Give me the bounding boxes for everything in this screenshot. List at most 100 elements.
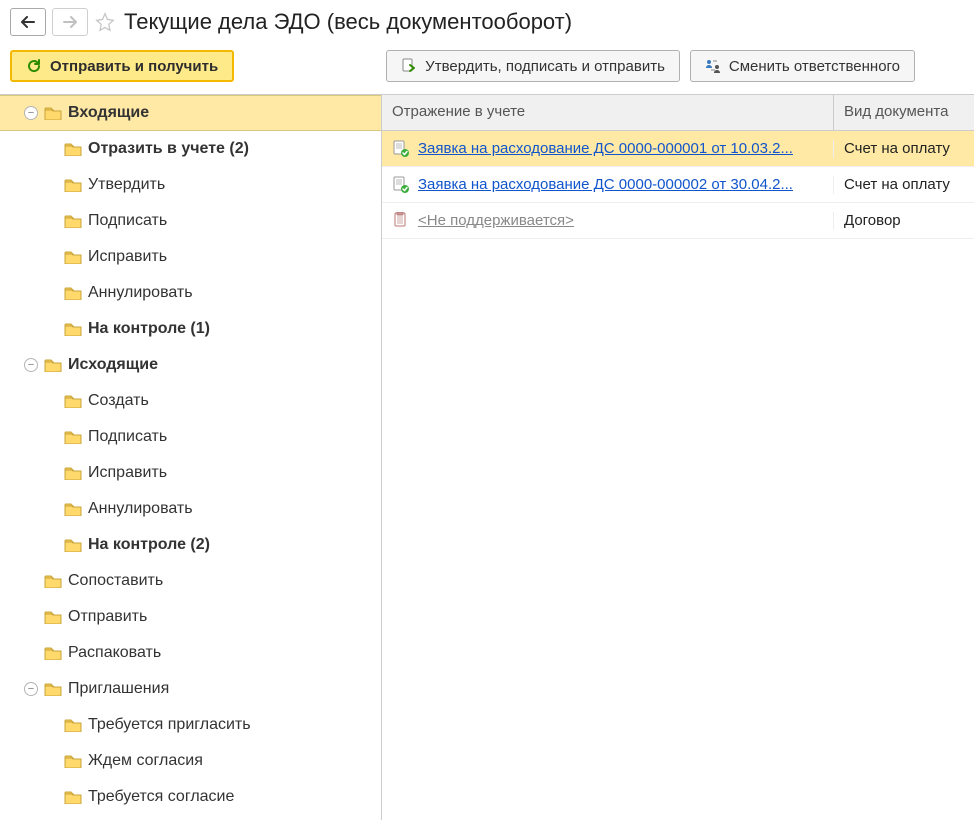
folder-icon: [64, 538, 82, 552]
tree-item-label: Требуется пригласить: [88, 716, 251, 734]
collapse-icon[interactable]: −: [24, 682, 38, 696]
tree-item-fix-out[interactable]: Исправить: [0, 455, 381, 491]
doc-send-icon: [401, 58, 417, 74]
tree-item-label: Распаковать: [68, 644, 161, 662]
tree-item-need-invite[interactable]: Требуется пригласить: [0, 707, 381, 743]
tree-item-cancel-in[interactable]: Аннулировать: [0, 275, 381, 311]
tree-item-label: Сопоставить: [68, 572, 163, 590]
folder-icon: [44, 106, 62, 120]
tree-item-label: Отразить в учете (2): [88, 140, 249, 158]
tree-item-waiting-consent[interactable]: Ждем согласия: [0, 743, 381, 779]
arrow-right-icon: [63, 16, 77, 28]
tree-item-outbox[interactable]: − Исходящие: [0, 347, 381, 383]
cell-doc-kind: Счет на оплату: [834, 140, 974, 157]
document-link[interactable]: Заявка на расходование ДС 0000-000001 от…: [418, 140, 793, 157]
nav-forward-button[interactable]: [52, 8, 88, 36]
tree-item-sign-out[interactable]: Подписать: [0, 419, 381, 455]
folder-icon: [64, 430, 82, 444]
tree-item-inbox[interactable]: − Входящие: [0, 95, 381, 131]
folder-icon: [44, 610, 62, 624]
folder-icon: [44, 574, 62, 588]
favorite-star-button[interactable]: [94, 11, 116, 33]
tree-item-sign-in[interactable]: Подписать: [0, 203, 381, 239]
grid-body: Заявка на расходование ДС 0000-000001 от…: [382, 131, 974, 239]
tree-item-label: Утвердить: [88, 176, 165, 194]
page-title: Текущие дела ЭДО (весь документооборот): [124, 9, 572, 35]
tree-item-create[interactable]: Создать: [0, 383, 381, 419]
folder-icon: [64, 142, 82, 156]
tree-item-on-control-in[interactable]: На контроле (1): [0, 311, 381, 347]
folder-icon: [64, 214, 82, 228]
tree-item-unpack[interactable]: Распаковать: [0, 635, 381, 671]
change-responsible-label: Сменить ответственного: [729, 58, 900, 75]
tree-item-fix-in[interactable]: Исправить: [0, 239, 381, 275]
tree-item-label: На контроле (2): [88, 536, 210, 554]
folder-icon: [44, 646, 62, 660]
tree-item-cancel-out[interactable]: Аннулировать: [0, 491, 381, 527]
tree-item-label: Исходящие: [68, 356, 158, 374]
tree-item-label: Исправить: [88, 464, 167, 482]
header-bar: Текущие дела ЭДО (весь документооборот): [0, 0, 974, 40]
folder-icon: [64, 754, 82, 768]
tree-item-label: Исправить: [88, 248, 167, 266]
send-receive-button[interactable]: Отправить и получить: [10, 50, 234, 82]
tree-item-label: Аннулировать: [88, 284, 193, 302]
document-ok-icon: [392, 176, 410, 194]
tree-item-label: Подписать: [88, 212, 167, 230]
tree-item-on-control-out[interactable]: На контроле (2): [0, 527, 381, 563]
body: − Входящие Отразить в учете (2) Утвердит…: [0, 95, 974, 820]
folder-icon: [64, 322, 82, 336]
folder-icon: [64, 286, 82, 300]
tree-item-label: Создать: [88, 392, 149, 410]
tree-item-need-consent[interactable]: Требуется согласие: [0, 779, 381, 815]
table-row[interactable]: <Не поддерживается> Договор: [382, 203, 974, 239]
cell-doc-kind: Счет на оплату: [834, 176, 974, 193]
tree-item-match[interactable]: Сопоставить: [0, 563, 381, 599]
folder-icon: [64, 394, 82, 408]
cell-document: Заявка на расходование ДС 0000-000001 от…: [382, 140, 834, 158]
cell-document: <Не поддерживается>: [382, 212, 834, 230]
arrow-left-icon: [21, 16, 35, 28]
approve-sign-send-label: Утвердить, подписать и отправить: [425, 58, 665, 75]
nav-back-button[interactable]: [10, 8, 46, 36]
toolbar: Отправить и получить Утвердить, подписат…: [0, 40, 974, 95]
document-link[interactable]: <Не поддерживается>: [418, 212, 574, 229]
swap-person-icon: [705, 58, 721, 74]
tree-item-label: Требуется согласие: [88, 788, 234, 806]
tree-item-send[interactable]: Отправить: [0, 599, 381, 635]
cell-document: Заявка на расходование ДС 0000-000002 от…: [382, 176, 834, 194]
folder-icon: [44, 358, 62, 372]
tree-item-label: Входящие: [68, 104, 149, 122]
folder-icon: [64, 718, 82, 732]
table-row[interactable]: Заявка на расходование ДС 0000-000001 от…: [382, 131, 974, 167]
folder-icon: [64, 178, 82, 192]
refresh-icon: [26, 58, 42, 74]
folder-icon: [44, 682, 62, 696]
collapse-icon[interactable]: −: [24, 106, 38, 120]
table-row[interactable]: Заявка на расходование ДС 0000-000002 от…: [382, 167, 974, 203]
tree-item-label: Ждем согласия: [88, 752, 203, 770]
cell-doc-kind: Договор: [834, 212, 974, 229]
tree-item-label: Отправить: [68, 608, 147, 626]
grid-header-col1[interactable]: Отражение в учете: [382, 95, 834, 130]
grid-header-col2[interactable]: Вид документа: [834, 95, 974, 130]
document-ok-icon: [392, 140, 410, 158]
folder-icon: [64, 502, 82, 516]
folder-icon: [64, 250, 82, 264]
tree-item-reflect-in-accounting[interactable]: Отразить в учете (2): [0, 131, 381, 167]
collapse-icon[interactable]: −: [24, 358, 38, 372]
tree-item-label: Аннулировать: [88, 500, 193, 518]
document-link[interactable]: Заявка на расходование ДС 0000-000002 от…: [418, 176, 793, 193]
send-receive-label: Отправить и получить: [50, 58, 218, 75]
approve-sign-send-button[interactable]: Утвердить, подписать и отправить: [386, 50, 680, 82]
main-grid: Отражение в учете Вид документа Заявка н…: [382, 95, 974, 820]
folder-icon: [64, 466, 82, 480]
sidebar-tree: − Входящие Отразить в учете (2) Утвердит…: [0, 95, 382, 820]
tree-item-approve[interactable]: Утвердить: [0, 167, 381, 203]
grid-header: Отражение в учете Вид документа: [382, 95, 974, 131]
tree-item-invitations[interactable]: − Приглашения: [0, 671, 381, 707]
tree-item-label: Приглашения: [68, 680, 169, 698]
folder-icon: [64, 790, 82, 804]
star-icon: [95, 12, 115, 32]
change-responsible-button[interactable]: Сменить ответственного: [690, 50, 915, 82]
